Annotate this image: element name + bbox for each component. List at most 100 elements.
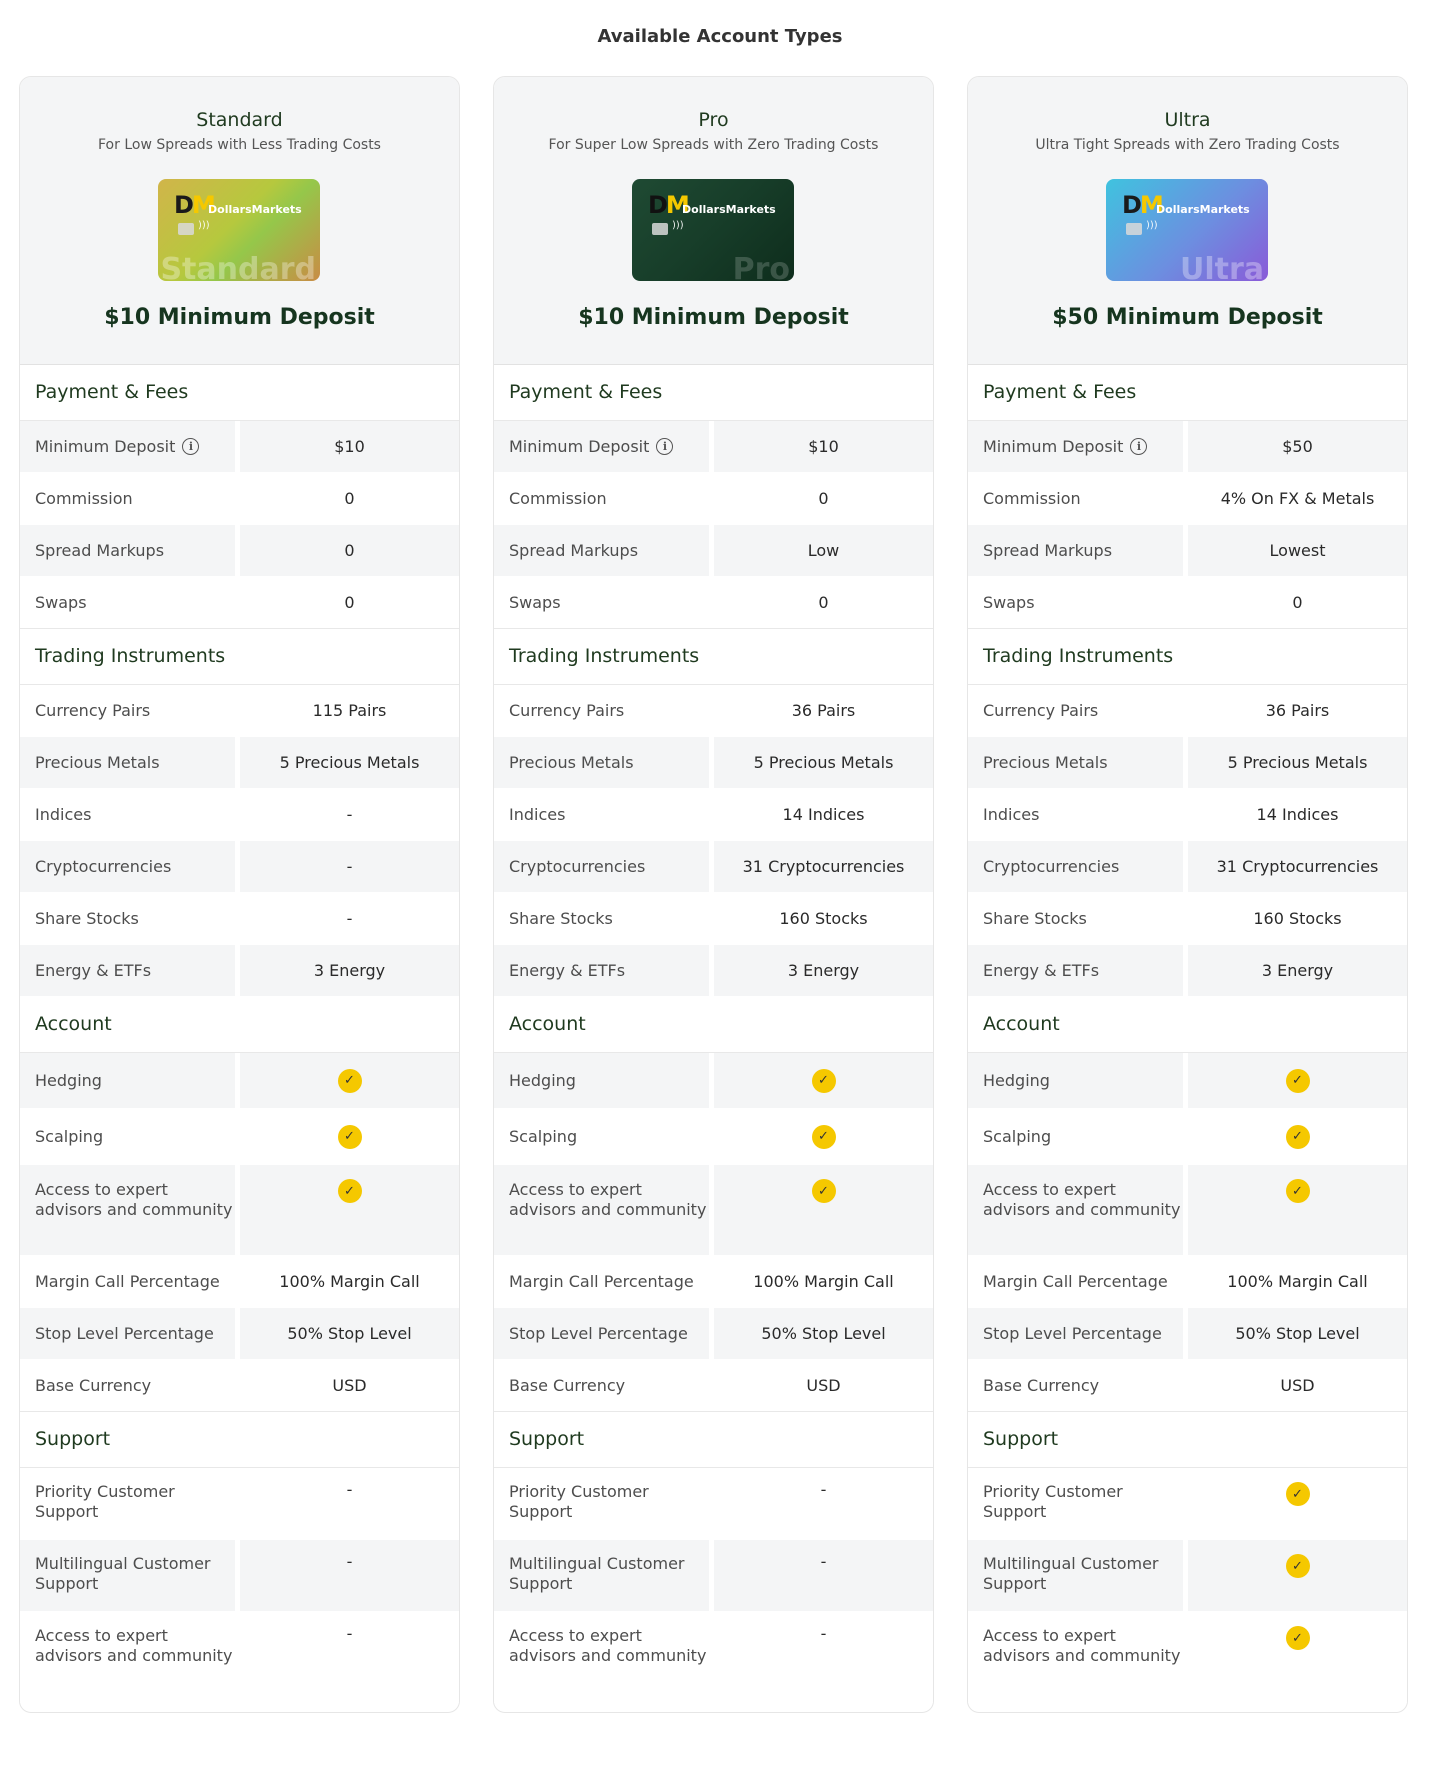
row-margin-call: Margin Call Percentage 100% Margin Call [968,1256,1407,1308]
row-multilingual-support: Multilingual Customer Support - [20,1540,459,1612]
row-scalping: Scalping ✓ [20,1109,459,1165]
row-label: Commission [509,489,607,508]
check-icon: ✓ [1285,1179,1310,1203]
account-card-image: DM DollarsMarkets ))) Ultra [1106,179,1268,281]
row-value: 3 Energy [714,945,933,996]
row-multilingual-support: Multilingual Customer Support ✓ [968,1540,1407,1612]
info-icon[interactable]: i [182,438,200,455]
row-value: 50% Stop Level [1188,1308,1407,1359]
check-icon: ✓ [337,1124,362,1149]
account-header: Pro For Super Low Spreads with Zero Trad… [494,77,933,365]
section-payment-fees: Payment & Fees [20,365,459,421]
min-deposit-heading: $10 Minimum Deposit [104,305,375,330]
row-value: 50% Stop Level [714,1308,933,1359]
section-support: Support [20,1412,459,1468]
row-value: Low [714,525,933,576]
account-column-ultra: Ultra Ultra Tight Spreads with Zero Trad… [967,76,1408,1713]
row-label: Spread Markups [20,525,235,576]
check-icon: ✓ [1285,1124,1310,1149]
row-label: Cryptocurrencies [20,841,235,892]
row-value: 31 Cryptocurrencies [714,841,933,892]
row-label: Energy & ETFs [494,945,709,996]
row-label: Priority Customer Support [35,1482,175,1521]
row-label: Minimum Deposit [983,437,1124,456]
row-label: Currency Pairs [35,701,151,720]
row-label: Commission [35,489,133,508]
row-cryptocurrencies: Cryptocurrencies 31 Cryptocurrencies [968,841,1407,893]
row-label: Share Stocks [983,909,1087,928]
brand-name: DollarsMarkets [208,203,302,216]
row-label: Multilingual Customer Support [494,1540,709,1611]
page-title: Available Account Types [597,26,843,47]
row-value: 0 [240,525,459,576]
row-value: - [346,909,353,928]
row-label: Access to expert advisors and community [494,1165,709,1255]
row-swaps: Swaps 0 [20,577,459,629]
section-payment-fees: Payment & Fees [968,365,1407,421]
row-label: Spread Markups [494,525,709,576]
account-column-standard: Standard For Low Spreads with Less Tradi… [19,76,460,1713]
row-label: Multilingual Customer Support [968,1540,1183,1611]
row-commission: Commission 4% On FX & Metals [968,473,1407,525]
row-label: Share Stocks [509,909,613,928]
account-tagline: Ultra Tight Spreads with Zero Trading Co… [1035,137,1340,153]
check-icon: ✓ [1285,1626,1310,1650]
section-trading-instruments: Trading Instruments [494,629,933,685]
check-icon: ✓ [337,1068,362,1093]
row-indices: Indices - [20,789,459,841]
section-trading-instruments: Trading Instruments [968,629,1407,685]
row-label: Access to expert advisors and community [968,1165,1183,1255]
section-support: Support [968,1412,1407,1468]
row-value: Lowest [1188,525,1407,576]
row-label: Access to expert advisors and community [35,1626,233,1665]
account-name: Pro [698,109,729,131]
row-priority-support: Priority Customer Support - [20,1468,459,1540]
info-icon[interactable]: i [656,438,674,455]
row-label: Energy & ETFs [20,945,235,996]
row-swaps: Swaps 0 [494,577,933,629]
row-value: 14 Indices [782,805,865,824]
row-indices: Indices 14 Indices [968,789,1407,841]
card-chip-icon [178,223,194,235]
check-icon: ✓ [811,1179,836,1203]
info-icon[interactable]: i [1130,438,1148,455]
row-scalping: Scalping ✓ [494,1109,933,1165]
row-label: Base Currency [35,1376,152,1395]
row-label: Margin Call Percentage [509,1272,694,1291]
row-stop-level: Stop Level Percentage 50% Stop Level [968,1308,1407,1360]
section-account: Account [20,997,459,1053]
row-precious-metals: Precious Metals 5 Precious Metals [20,737,459,789]
row-spread-markups: Spread Markups Low [494,525,933,577]
row-priority-support: Priority Customer Support - [494,1468,933,1540]
row-hedging: Hedging ✓ [494,1053,933,1109]
row-value: 36 Pairs [791,701,856,720]
row-value: 0 [1292,593,1303,612]
row-label: Stop Level Percentage [494,1308,709,1359]
row-label: Margin Call Percentage [983,1272,1168,1291]
row-label: Precious Metals [968,737,1183,788]
card-chip-icon [652,223,668,235]
row-value: USD [806,1376,841,1395]
row-value: 160 Stocks [779,909,868,928]
row-label: Hedging [968,1053,1183,1108]
row-value: USD [332,1376,367,1395]
row-label: Minimum Deposit [35,437,176,456]
row-base-currency: Base Currency USD [494,1360,933,1412]
row-label: Share Stocks [35,909,139,928]
min-deposit-heading: $50 Minimum Deposit [1052,305,1323,330]
row-commission: Commission 0 [20,473,459,525]
row-spread-markups: Spread Markups 0 [20,525,459,577]
card-watermark: Pro [732,252,790,281]
row-stop-level: Stop Level Percentage 50% Stop Level [20,1308,459,1360]
row-label: Indices [983,805,1040,824]
contactless-icon: ))) [198,220,210,231]
row-value: - [820,1624,827,1643]
row-value: 100% Margin Call [753,1272,894,1291]
row-value: 5 Precious Metals [1188,737,1407,788]
row-hedging: Hedging ✓ [968,1053,1407,1109]
row-expert-advisors: Access to expert advisors and community … [494,1165,933,1256]
brand-name: DollarsMarkets [682,203,776,216]
row-label: Margin Call Percentage [35,1272,220,1291]
row-value: 115 Pairs [312,701,387,720]
row-value: 50% Stop Level [240,1308,459,1359]
